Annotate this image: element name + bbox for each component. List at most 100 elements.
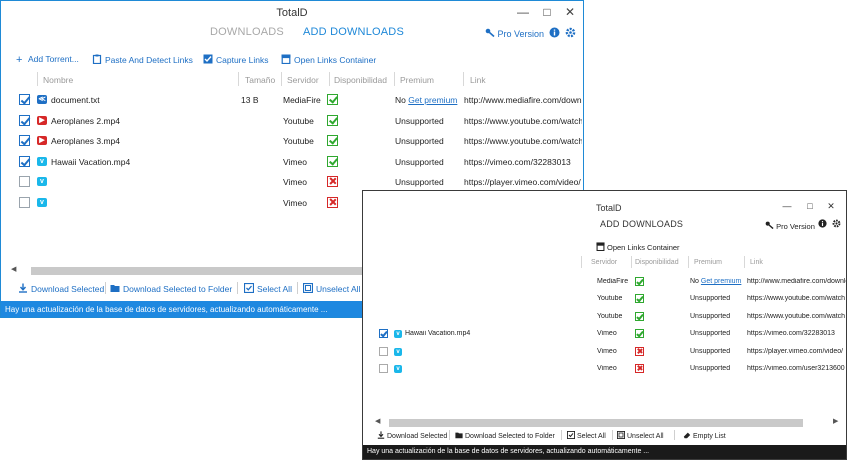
- close-button[interactable]: ✕: [825, 201, 837, 212]
- table-row[interactable]: ≪ document.txt 13 B MediaFire No Get premium…: [1, 91, 583, 111]
- maximize-button[interactable]: □: [804, 201, 816, 211]
- scrollbar-thumb[interactable]: [389, 419, 803, 427]
- link-url: https://vimeo.com/32283013: [464, 156, 571, 167]
- minimize-button[interactable]: —: [516, 5, 530, 19]
- download-to-folder-button[interactable]: Download Selected to Folder: [455, 431, 555, 440]
- pro-version-link[interactable]: Pro Version: [485, 28, 544, 39]
- window-title: TotalD: [276, 7, 308, 19]
- download-selected-button[interactable]: Download Selected: [18, 283, 104, 294]
- vimeo-icon: v: [394, 347, 402, 356]
- premium-status: Unsupported: [690, 365, 746, 372]
- col-header-premium[interactable]: Premium: [400, 75, 434, 85]
- download-to-folder-button[interactable]: Download Selected to Folder: [110, 283, 232, 294]
- open-links-container-button[interactable]: Open Links Container: [281, 54, 376, 65]
- empty-list-button[interactable]: Empty List: [683, 431, 726, 440]
- vimeo-icon: v: [394, 330, 402, 339]
- premium-prefix: No: [395, 95, 406, 105]
- gear-icon[interactable]: [565, 27, 576, 41]
- open-links-container-button[interactable]: Open Links Container: [596, 242, 680, 252]
- premium-status: Unsupported: [690, 313, 746, 320]
- unselect-all-icon: [303, 283, 313, 293]
- col-sep: [744, 256, 745, 268]
- unselect-all-button[interactable]: Unselect All: [616, 430, 664, 440]
- download-icon: [19, 283, 27, 293]
- file-size: 13 B: [241, 95, 259, 105]
- file-name: Hawaii Vacation.mp4: [51, 156, 131, 167]
- col-header-availability[interactable]: Disponibilidad: [635, 259, 679, 266]
- horizontal-scrollbar[interactable]: ◀ ▶: [375, 417, 841, 427]
- separator: [612, 430, 613, 440]
- col-header-size[interactable]: Tamaño: [245, 75, 275, 85]
- add-torrent-button[interactable]: + Add Torrent...: [16, 54, 79, 66]
- paste-detect-links-button[interactable]: Paste And Detect Links: [92, 54, 193, 65]
- get-premium-link[interactable]: Get premium: [408, 95, 457, 105]
- key-icon: [485, 28, 495, 39]
- row-checkbox[interactable]: [19, 135, 30, 147]
- server-name: Vimeo: [283, 177, 307, 188]
- row-checkbox[interactable]: [19, 176, 30, 188]
- table-row[interactable]: ▶ Aeroplanes 2.mp4 Youtube Unsupported https…: [1, 112, 583, 132]
- maximize-button[interactable]: □: [540, 5, 554, 19]
- row-checkbox[interactable]: [379, 364, 388, 373]
- server-name: Youtube: [283, 115, 314, 126]
- server-name: Youtube: [597, 295, 623, 303]
- server-name: Vimeo: [597, 347, 617, 355]
- row-checkbox[interactable]: [19, 94, 30, 105]
- row-checkbox[interactable]: [19, 197, 30, 208]
- premium-value: Unsupported: [395, 177, 444, 188]
- plus-icon: +: [16, 54, 23, 66]
- tab-downloads[interactable]: DOWNLOADS: [210, 26, 284, 38]
- unavailable-x-icon: [635, 346, 644, 356]
- pro-version-link[interactable]: Pro Version: [765, 221, 815, 231]
- available-check-icon: [327, 94, 338, 105]
- info-icon[interactable]: [549, 27, 560, 41]
- scroll-left-arrow[interactable]: ◀: [375, 417, 380, 425]
- row-checkbox[interactable]: [19, 114, 30, 126]
- info-icon[interactable]: [818, 219, 827, 230]
- premium-value: Unsupported: [395, 136, 444, 147]
- select-all-button[interactable]: Select All: [566, 430, 606, 440]
- file-name: Aeroplanes 2.mp4: [51, 115, 120, 126]
- scroll-left-arrow[interactable]: ◀: [11, 265, 16, 273]
- available-check-icon: [327, 135, 338, 147]
- vimeo-icon: v: [394, 365, 402, 373]
- minimize-button[interactable]: —: [781, 201, 793, 211]
- gear-icon[interactable]: [832, 219, 841, 230]
- scroll-right-arrow[interactable]: ▶: [833, 417, 838, 425]
- tab-add-downloads[interactable]: ADD DOWNLOADS: [303, 26, 404, 38]
- premium-status: Unsupported: [395, 177, 461, 187]
- col-header-server[interactable]: Servidor: [591, 259, 617, 266]
- premium-status: No Get premium: [395, 95, 461, 105]
- col-header-link[interactable]: Link: [470, 75, 486, 85]
- row-checkbox[interactable]: [379, 346, 388, 356]
- col-sep: [238, 72, 239, 86]
- premium-status: Unsupported: [395, 116, 461, 126]
- table-row[interactable]: ▶ Aeroplanes 3.mp4 Youtube Unsupported https…: [1, 132, 583, 152]
- tab-add-downloads[interactable]: ADD DOWNLOADS: [600, 219, 683, 229]
- folder-download-icon: [110, 285, 120, 292]
- unselect-all-button[interactable]: Unselect All: [303, 283, 360, 294]
- col-sep: [329, 72, 330, 86]
- row-checkbox[interactable]: [379, 329, 388, 339]
- mediafire-icon: ≪: [37, 95, 47, 104]
- get-premium-link[interactable]: Get premium: [701, 278, 741, 285]
- col-sep: [688, 256, 689, 268]
- col-sep: [581, 256, 582, 268]
- col-sep: [281, 72, 282, 86]
- col-header-availability[interactable]: Disponibilidad: [334, 75, 387, 85]
- youtube-icon: ▶: [37, 136, 47, 146]
- table-row[interactable]: v Hawaii Vacation.mp4 Vimeo Unsupported http…: [1, 153, 583, 173]
- row-checkbox[interactable]: [19, 155, 30, 167]
- col-header-server[interactable]: Servidor: [287, 75, 319, 85]
- capture-links-checkbox[interactable]: Capture Links: [203, 54, 268, 65]
- table-row[interactable]: v Vimeo Unsupported https://vimeo.com/user3…: [363, 360, 846, 380]
- available-check-icon: [327, 114, 338, 126]
- col-header-name[interactable]: Nombre: [43, 75, 73, 85]
- server-name: Vimeo: [283, 198, 307, 208]
- close-button[interactable]: ✕: [563, 5, 577, 19]
- select-all-button[interactable]: Select All: [244, 283, 292, 294]
- download-selected-button[interactable]: Download Selected: [377, 431, 447, 440]
- col-header-premium[interactable]: Premium: [694, 259, 722, 266]
- premium-status: Unsupported: [395, 136, 461, 146]
- col-header-link[interactable]: Link: [750, 259, 763, 266]
